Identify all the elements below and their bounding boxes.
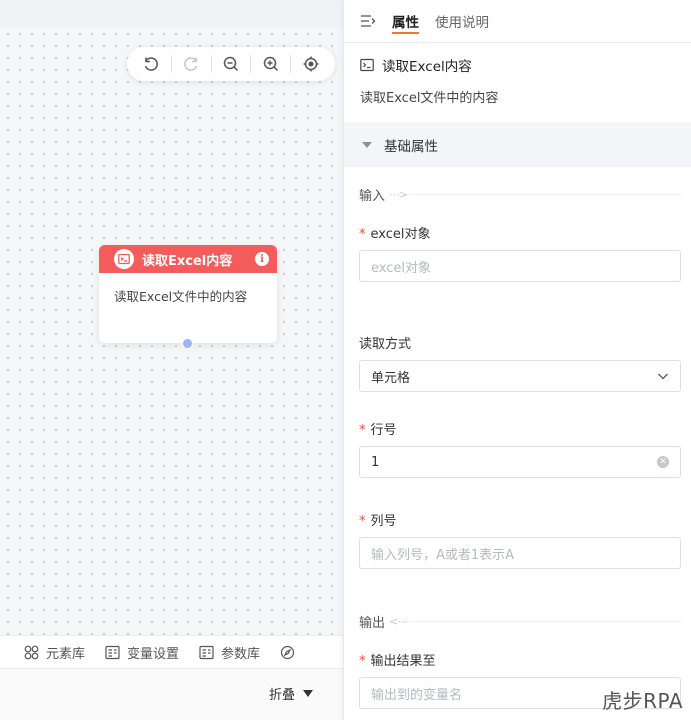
- excel-object-input[interactable]: excel对象: [359, 250, 681, 282]
- tab-label: 变量设置: [127, 646, 180, 662]
- label-text: 行号: [370, 423, 397, 438]
- read-mode-label: 读取方式: [359, 337, 412, 352]
- tab-parameter-library[interactable]: 参数库: [199, 643, 260, 662]
- canvas-top-strip: [0, 0, 343, 28]
- row-number-input[interactable]: 1 ✕: [359, 446, 681, 478]
- group-label: 输出: [359, 616, 386, 631]
- tab-usage-guide[interactable]: 使用说明: [435, 0, 489, 43]
- terminal-icon: [360, 58, 374, 72]
- placeholder-text: 输入列号，A或者1表示A: [371, 547, 515, 563]
- arrow-left-icon: <⋯: [389, 615, 408, 628]
- label-text: 列号: [370, 514, 397, 529]
- input-group-header: 输入 ⋯>: [359, 185, 681, 204]
- output-to-label: * 输出结果至: [359, 650, 436, 669]
- toolbar-divider: [250, 55, 252, 73]
- collapse-panel-icon[interactable]: [360, 14, 376, 28]
- component-title-row: 读取Excel内容: [344, 43, 691, 75]
- tab-properties[interactable]: 属性: [392, 0, 419, 43]
- redo-icon[interactable]: [178, 51, 204, 77]
- toolbar-divider: [170, 55, 172, 73]
- node-description: 读取Excel文件中的内容: [114, 289, 248, 304]
- undo-icon[interactable]: [138, 51, 164, 77]
- label-text: excel对象: [370, 227, 431, 242]
- locate-icon[interactable]: [298, 51, 324, 77]
- label-text: 输出结果至: [370, 654, 436, 669]
- excel-object-label: * excel对象: [359, 223, 431, 242]
- component-title: 读取Excel内容: [382, 59, 472, 75]
- required-mark: *: [359, 423, 366, 438]
- parameter-icon: [199, 645, 214, 659]
- zoom-out-icon[interactable]: [218, 51, 244, 77]
- triangle-down-icon: [362, 141, 372, 148]
- node-output-port[interactable]: [182, 338, 193, 349]
- properties-panel: 属性 使用说明 读取Excel内容 读取Excel文件中的内容 基础属性 输入 …: [343, 0, 691, 720]
- flow-canvas[interactable]: 读取Excel内容 i 读取Excel文件中的内容: [0, 0, 343, 635]
- selected-value: 单元格: [371, 370, 411, 386]
- variable-icon: [105, 645, 120, 659]
- tab-element-library[interactable]: 元素库: [24, 643, 85, 662]
- collapse-button[interactable]: 折叠: [269, 684, 313, 703]
- node-header: 读取Excel内容 i: [99, 245, 277, 273]
- output-group-header: 输出 <⋯: [359, 612, 681, 631]
- canvas-toolbar: [127, 47, 335, 81]
- section-title: 基础属性: [384, 138, 438, 155]
- watermark: 虎步RPA: [602, 689, 683, 713]
- group-label: 输入: [359, 189, 386, 204]
- arrow-right-icon: ⋯>: [389, 188, 408, 201]
- tab-label: 参数库: [221, 646, 261, 662]
- tab-compass[interactable]: [280, 645, 295, 660]
- terminal-icon: [114, 249, 134, 269]
- column-number-input[interactable]: 输入列号，A或者1表示A: [359, 537, 681, 569]
- divider: [411, 194, 681, 195]
- column-number-label: * 列号: [359, 510, 397, 529]
- flow-node-read-excel[interactable]: 读取Excel内容 i 读取Excel文件中的内容: [99, 245, 277, 349]
- required-mark: *: [359, 514, 366, 529]
- component-description: 读取Excel文件中的内容: [360, 91, 499, 106]
- collapse-label: 折叠: [268, 688, 295, 703]
- panel-tab-bar: 属性 使用说明: [344, 0, 691, 43]
- toolbar-divider: [210, 55, 212, 73]
- zoom-in-icon[interactable]: [258, 51, 284, 77]
- required-mark: *: [359, 227, 366, 242]
- tab-variable-settings[interactable]: 变量设置: [105, 643, 179, 662]
- bottom-panel: 折叠: [0, 668, 343, 720]
- toolbar-divider: [290, 55, 292, 73]
- divider: [411, 621, 681, 622]
- info-icon[interactable]: i: [255, 252, 269, 266]
- required-mark: *: [359, 654, 366, 669]
- bottom-tab-bar: 元素库 变量设置 参数库: [0, 635, 343, 668]
- elements-icon: [24, 645, 39, 659]
- tab-label: 元素库: [46, 646, 86, 662]
- clear-icon[interactable]: ✕: [657, 456, 669, 468]
- input-value: 1: [371, 454, 380, 470]
- triangle-down-icon: [303, 690, 313, 697]
- placeholder-text: 输出到的变量名: [371, 687, 463, 703]
- read-mode-select[interactable]: 单元格: [359, 360, 681, 392]
- node-title: 读取Excel内容: [142, 253, 233, 269]
- compass-icon: [280, 645, 295, 659]
- section-basic-properties[interactable]: 基础属性: [344, 122, 691, 167]
- chevron-down-icon: [658, 373, 668, 380]
- placeholder-text: excel对象: [371, 260, 431, 276]
- row-number-label: * 行号: [359, 419, 397, 438]
